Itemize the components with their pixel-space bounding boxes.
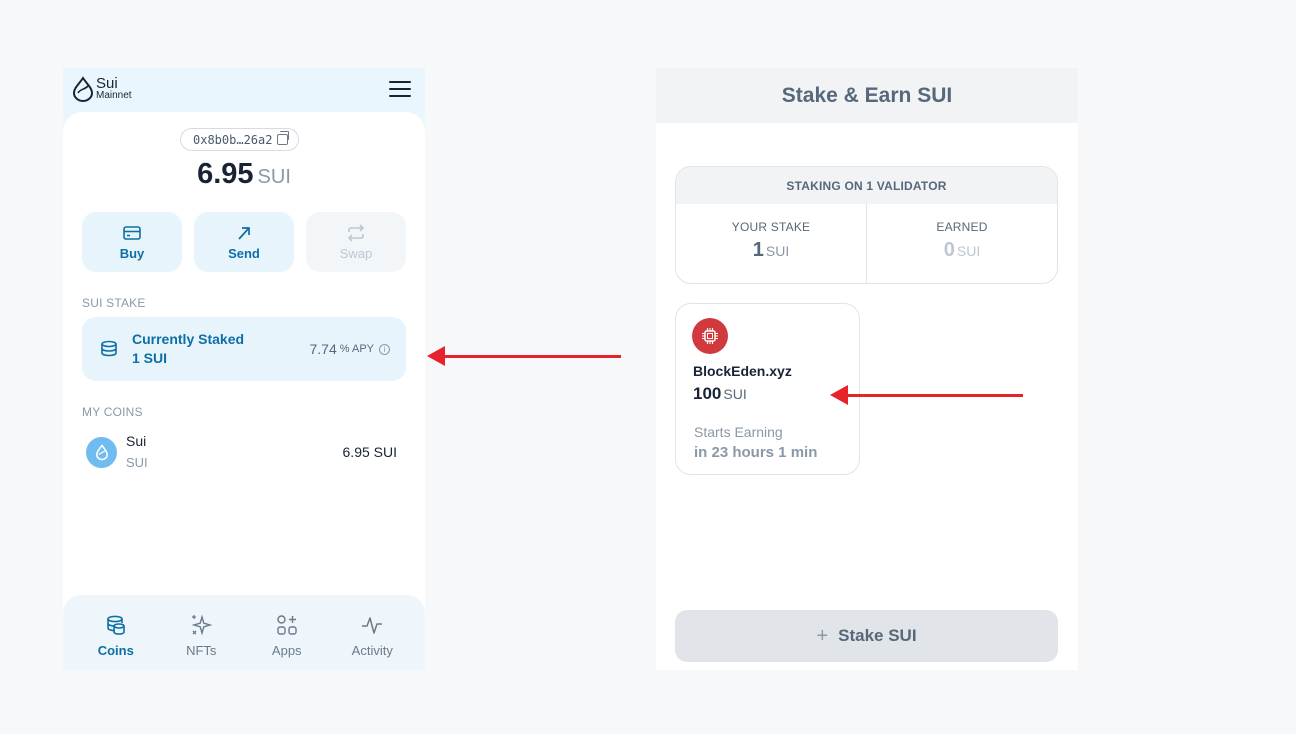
nav-nfts[interactable]: NFTs: [161, 595, 241, 670]
swap-button[interactable]: Swap: [306, 212, 406, 272]
network-label: Mainnet: [96, 90, 132, 101]
earned-value: 0: [943, 239, 955, 261]
coin-symbol: SUI: [126, 455, 148, 470]
red-arrow-annotation: [427, 346, 621, 366]
card-icon: [123, 225, 141, 240]
arrow-up-right-icon: [238, 226, 250, 240]
nav-apps-label: Apps: [271, 643, 302, 658]
your-stake-unit: SUI: [765, 243, 790, 259]
nav-coins-label: Coins: [97, 643, 134, 658]
apy-suffix: % APY: [339, 343, 374, 355]
wallet-header: Sui Mainnet: [63, 68, 425, 114]
sui-drop-icon: [72, 76, 94, 102]
nav-coins[interactable]: Coins: [76, 595, 156, 670]
copy-icon[interactable]: [277, 131, 290, 145]
red-arrow-annotation-validator: [830, 385, 1023, 405]
hamburger-menu-icon[interactable]: [389, 81, 411, 97]
nav-nfts-label: NFTs: [186, 643, 217, 658]
apy-display: 7.74 % APY i: [309, 341, 390, 357]
send-button[interactable]: Send: [194, 212, 294, 272]
staked-amount: 1 SUI: [132, 350, 168, 366]
staking-summary-card: STAKING ON 1 VALIDATOR YOUR STAKE 1 SUI E…: [675, 166, 1058, 284]
bottom-nav: Coins NFTs Apps Activity: [63, 595, 425, 670]
sparkles-icon: [191, 614, 213, 636]
nav-activity[interactable]: Activity: [332, 595, 412, 670]
summary-header: STAKING ON 1 VALIDATOR: [676, 167, 1057, 204]
currently-staked-card[interactable]: Currently Staked 1 SUI 7.74 % APY i: [82, 317, 406, 381]
sui-logo[interactable]: Sui Mainnet: [72, 76, 132, 102]
earned-column: EARNED 0 SUI: [866, 204, 1057, 283]
nav-activity-label: Activity: [351, 643, 393, 658]
earned-unit: SUI: [956, 243, 981, 259]
staked-title: Currently Staked: [132, 331, 245, 347]
send-label: Send: [228, 245, 260, 261]
your-stake-value: 1: [752, 239, 764, 261]
balance-amount: 6.95: [197, 158, 254, 190]
coin-name: Sui: [126, 433, 147, 449]
logo-name: Sui: [96, 75, 118, 92]
action-buttons: Buy Send Swap: [82, 212, 406, 272]
validator-chip-icon: [692, 318, 728, 354]
stake-page-title: Stake & Earn SUI: [656, 68, 1078, 123]
validator-unit: SUI: [723, 386, 747, 402]
coin-balance: 6.95 SUI: [342, 444, 397, 460]
earned-value-wrap: 0 SUI: [944, 239, 980, 262]
nav-apps[interactable]: Apps: [247, 595, 327, 670]
earned-label: EARNED: [936, 220, 988, 234]
stake-button-label: Stake SUI: [838, 626, 917, 645]
earning-countdown: in 23 hours 1 min: [694, 444, 818, 461]
apy-value: 7.74: [309, 341, 337, 357]
validator-amount-wrap: 100 SUI: [693, 384, 747, 404]
sui-stake-section-title: SUI STAKE: [82, 296, 146, 310]
my-coins-section-title: MY COINS: [82, 405, 143, 419]
coins-stack-icon: [101, 340, 117, 357]
your-stake-value-wrap: 1 SUI: [753, 239, 789, 262]
wallet-body: 0x8b0b…26a2 6.95 SUI Buy Send Swap SUI ST…: [63, 112, 425, 612]
apps-icon: [277, 615, 297, 635]
wallet-panel: Sui Mainnet 0x8b0b…26a2 6.95 SUI Buy Send: [63, 68, 425, 670]
balance-display: 6.95 SUI: [63, 158, 425, 191]
swap-icon: [347, 223, 365, 242]
info-icon[interactable]: i: [379, 343, 390, 355]
coins-icon: [106, 615, 125, 635]
buy-label: Buy: [119, 245, 145, 261]
earning-status-label: Starts Earning: [694, 424, 783, 440]
coin-row-sui[interactable]: Sui SUI 6.95 SUI: [82, 429, 406, 479]
validator-amount: 100: [693, 384, 722, 403]
your-stake-label: YOUR STAKE: [731, 220, 811, 234]
sui-coin-icon: [86, 437, 117, 468]
plus-icon: +: [816, 624, 829, 647]
balance-unit: SUI: [257, 166, 291, 188]
activity-icon: [362, 617, 383, 634]
stake-sui-button[interactable]: + Stake SUI: [675, 610, 1058, 662]
swap-label: Swap: [339, 245, 373, 261]
stake-panel: Stake & Earn SUI STAKING ON 1 VALIDATOR …: [656, 68, 1078, 670]
validator-name: BlockEden.xyz: [693, 363, 792, 379]
address-pill[interactable]: 0x8b0b…26a2: [180, 128, 300, 151]
your-stake-column: YOUR STAKE 1 SUI: [676, 204, 866, 283]
address-text: 0x8b0b…26a2: [193, 132, 273, 147]
buy-button[interactable]: Buy: [82, 212, 182, 272]
